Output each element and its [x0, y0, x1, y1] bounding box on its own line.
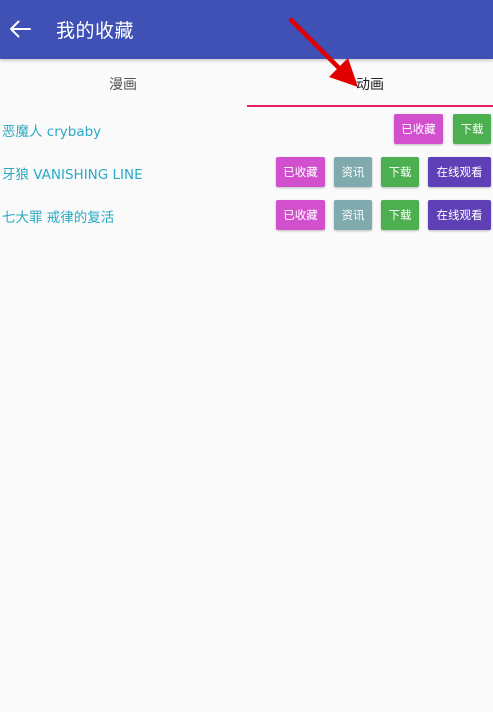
watch-online-button[interactable]: 在线观看 [428, 200, 491, 230]
anime-title[interactable]: 牙狼 VANISHING LINE [2, 163, 143, 183]
list-item: 恶魔人 crybaby 已收藏 下载 [0, 108, 493, 151]
anime-title[interactable]: 恶魔人 crybaby [2, 120, 101, 140]
info-button[interactable]: 资讯 [334, 200, 372, 230]
favorites-list: 恶魔人 crybaby 已收藏 下载 牙狼 VANISHING LINE 已收藏… [0, 108, 493, 237]
favorited-button[interactable]: 已收藏 [394, 114, 443, 144]
favorited-button[interactable]: 已收藏 [276, 200, 325, 230]
tab-comic[interactable]: 漫画 [0, 59, 246, 108]
app-bar: 我的收藏 [0, 0, 493, 59]
tab-anime[interactable]: 动画 [247, 59, 493, 108]
tab-selected-indicator [247, 105, 493, 107]
download-button[interactable]: 下载 [381, 157, 419, 187]
list-item: 七大罪 戒律的复活 已收藏 资讯 下载 在线观看 [0, 194, 493, 237]
arrow-left-icon [10, 20, 31, 38]
back-button[interactable] [6, 13, 34, 45]
watch-online-button[interactable]: 在线观看 [428, 157, 491, 187]
list-item: 牙狼 VANISHING LINE 已收藏 资讯 下载 在线观看 [0, 151, 493, 194]
tab-bar: 漫画 动画 [0, 59, 493, 108]
favorited-button[interactable]: 已收藏 [276, 157, 325, 187]
page-title: 我的收藏 [56, 20, 135, 42]
anime-title[interactable]: 七大罪 戒律的复活 [2, 206, 114, 226]
download-button[interactable]: 下载 [453, 114, 491, 144]
info-button[interactable]: 资讯 [334, 157, 372, 187]
download-button[interactable]: 下载 [381, 200, 419, 230]
